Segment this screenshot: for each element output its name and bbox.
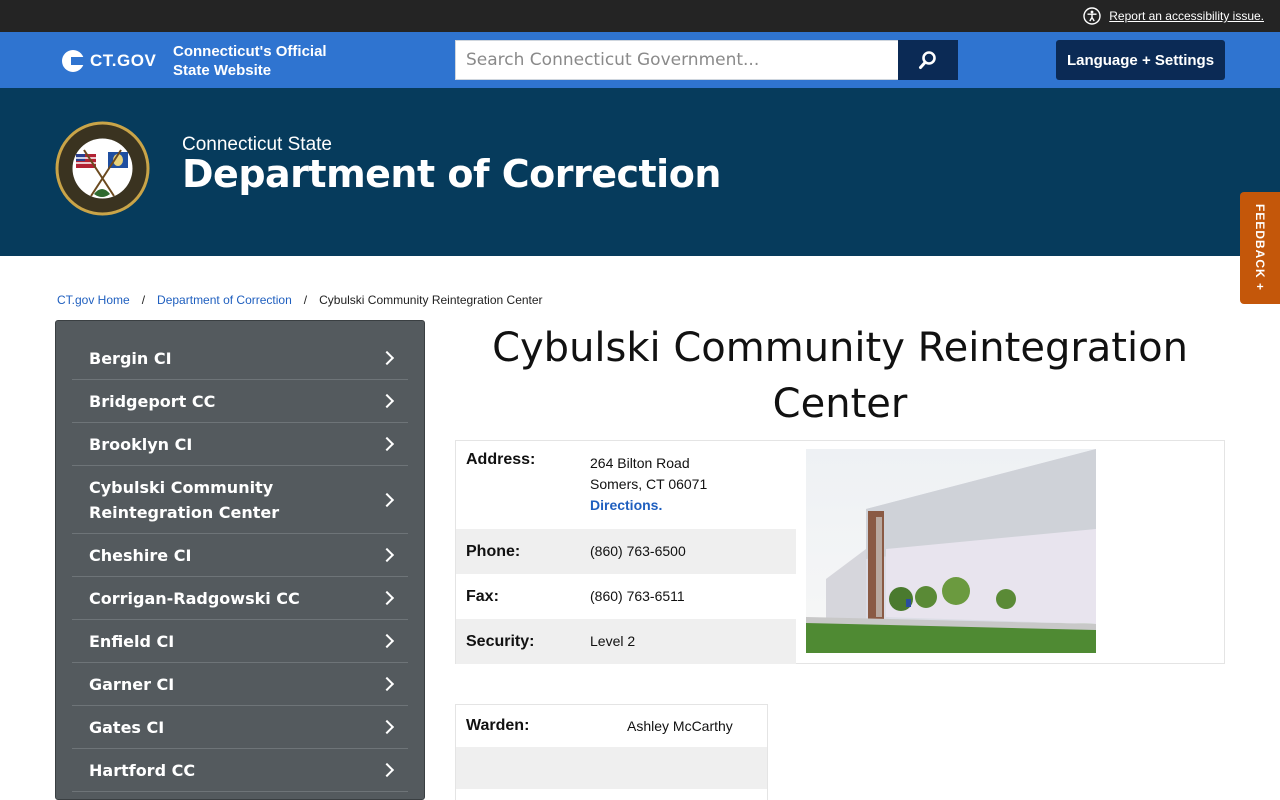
- chevron-right-icon: [379, 436, 395, 452]
- sidebar-item-label: Brooklyn CI: [89, 434, 193, 454]
- warden-empty-row: [456, 747, 767, 789]
- warden-row: Warden: Ashley McCarthy: [456, 705, 767, 747]
- address-line-1: 264 Bilton Road: [590, 455, 690, 471]
- security-label: Security:: [466, 632, 535, 650]
- warden-card: Warden: Ashley McCarthy: [455, 704, 768, 800]
- facility-info-card: Address: 264 Bilton Road Somers, CT 0607…: [455, 440, 1225, 664]
- directions-link[interactable]: Directions.: [590, 495, 707, 516]
- sidebar-item-label: Enfield CI: [89, 631, 175, 651]
- sidebar-item-corrigan-radgowski-cc[interactable]: Corrigan-Radgowski CC: [72, 577, 408, 620]
- sidebar-item-brooklyn-ci[interactable]: Brooklyn CI: [72, 423, 408, 466]
- chevron-right-icon: [379, 350, 395, 366]
- chevron-right-icon: [379, 633, 395, 649]
- chevron-right-icon: [379, 762, 395, 778]
- sidebar-item-label: Hartford CC: [89, 760, 196, 780]
- sidebar-item-hartford-cc[interactable]: Hartford CC: [72, 749, 408, 792]
- address-line-2: Somers, CT 06071: [590, 476, 708, 492]
- ct-gov-logo-text: CT.GOV: [90, 51, 157, 70]
- ct-gov-logo-icon: [62, 50, 84, 72]
- fax-label: Fax:: [466, 587, 499, 605]
- sidebar-item-label: Corrigan-Radgowski CC: [89, 588, 300, 608]
- sidebar-item-label: Cybulski Community Reintegration Center: [89, 477, 280, 522]
- breadcrumb-department-link[interactable]: Department of Correction: [157, 293, 292, 307]
- phone-value: (860) 763-6500: [590, 543, 686, 559]
- chevron-right-icon: [379, 547, 395, 563]
- chevron-right-icon: [379, 590, 395, 606]
- official-line-2: State Website: [173, 62, 272, 79]
- chevron-right-icon: [379, 492, 395, 507]
- breadcrumb-current: Cybulski Community Reintegration Center: [319, 293, 543, 307]
- agency-banner: Connecticut State Department of Correcti…: [0, 88, 1280, 256]
- accessibility-icon: [1083, 7, 1101, 25]
- language-settings-button[interactable]: Language + Settings: [1056, 40, 1225, 80]
- accessibility-report-link[interactable]: Report an accessibility issue.: [1083, 7, 1264, 25]
- chevron-right-icon: [379, 676, 395, 692]
- page-title: Cybulski Community Reintegration Center: [492, 325, 1188, 427]
- sidebar-item-cheshire-ci[interactable]: Cheshire CI: [72, 534, 408, 577]
- sidebar-item-bridgeport-cc[interactable]: Bridgeport CC: [72, 380, 408, 423]
- sidebar-item-cybulski[interactable]: Cybulski Community Reintegration Center: [72, 466, 408, 534]
- agency-title[interactable]: Department of Correction: [182, 152, 721, 196]
- sidebar-item-label: Bridgeport CC: [89, 391, 216, 411]
- state-header: CT.GOV Connecticut's Official State Webs…: [0, 32, 1280, 88]
- chevron-right-icon: [379, 719, 395, 735]
- warden-value: Ashley McCarthy: [627, 718, 733, 734]
- phone-row: Phone: (860) 763-6500: [456, 529, 796, 574]
- search-button[interactable]: [898, 40, 958, 80]
- feedback-label: FEEDBACK +: [1253, 204, 1267, 292]
- address-row: Address: 264 Bilton Road Somers, CT 0607…: [456, 441, 796, 529]
- fax-value: (860) 763-6511: [590, 588, 685, 604]
- facility-sidebar-nav: Bergin CI Bridgeport CC Brooklyn CI Cybu…: [55, 320, 425, 800]
- security-value: Level 2: [590, 633, 636, 649]
- sidebar-item-label: Bergin CI: [89, 348, 172, 368]
- official-line-1: Connecticut's Official: [173, 43, 327, 60]
- sidebar-item-gates-ci[interactable]: Gates CI: [72, 706, 408, 749]
- official-website-tagline: Connecticut's Official State Website: [173, 42, 343, 80]
- breadcrumb: CT.gov Home / Department of Correction /…: [57, 293, 543, 307]
- sidebar-item-enfield-ci[interactable]: Enfield CI: [72, 620, 408, 663]
- phone-label: Phone:: [466, 542, 521, 560]
- address-label: Address:: [466, 451, 536, 468]
- search-input[interactable]: [455, 40, 898, 80]
- facility-photo: [806, 449, 1096, 653]
- search-icon: [919, 51, 936, 69]
- breadcrumb-separator: /: [141, 293, 146, 307]
- chevron-right-icon: [379, 393, 395, 409]
- warden-label: Warden:: [466, 717, 530, 734]
- facility-contact-table: Address: 264 Bilton Road Somers, CT 0607…: [456, 441, 796, 664]
- ct-gov-logo[interactable]: CT.GOV: [62, 50, 156, 72]
- breadcrumb-separator: /: [303, 293, 308, 307]
- utility-bar: Report an accessibility issue.: [0, 0, 1280, 32]
- sidebar-item-label: Gates CI: [89, 717, 165, 737]
- accessibility-report-label[interactable]: Report an accessibility issue.: [1109, 9, 1264, 23]
- feedback-tab[interactable]: FEEDBACK +: [1240, 192, 1280, 304]
- sidebar-item-garner-ci[interactable]: Garner CI: [72, 663, 408, 706]
- security-row: Security: Level 2: [456, 619, 796, 664]
- breadcrumb-home-link[interactable]: CT.gov Home: [57, 293, 130, 307]
- address-value: 264 Bilton Road Somers, CT 06071 Directi…: [590, 451, 707, 529]
- sidebar-item-label: Garner CI: [89, 674, 175, 694]
- sidebar-item-label: Cheshire CI: [89, 545, 192, 565]
- site-search: [455, 40, 958, 80]
- fax-row: Fax: (860) 763-6511: [456, 574, 796, 619]
- sidebar-item-bergin-ci[interactable]: Bergin CI: [72, 337, 408, 380]
- department-seal-logo[interactable]: [54, 120, 151, 217]
